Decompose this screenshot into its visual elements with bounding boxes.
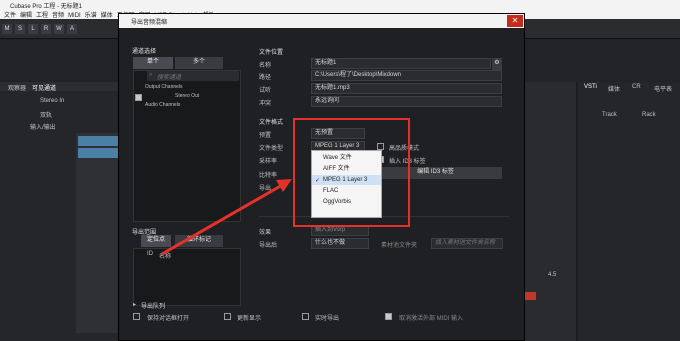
annotation-arrow	[161, 179, 292, 256]
